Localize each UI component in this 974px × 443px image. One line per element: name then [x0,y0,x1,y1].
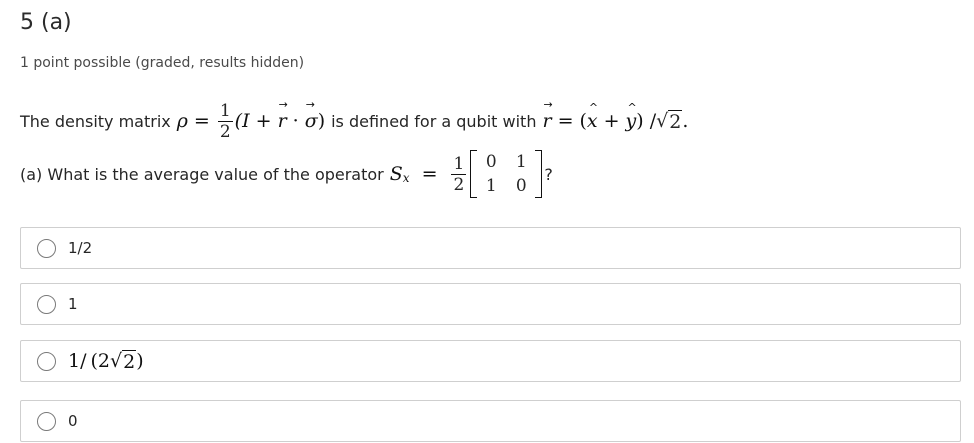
question-line-1: The density matrix ρ = 1 2 (I + r · σ ) … [20,94,688,148]
matrix-cell: 0 [485,152,497,172]
open-paren: ( [579,110,587,132]
question-text-2: (a) What is the average value of the ope… [20,164,384,184]
fraction-numerator: 1 [219,100,231,121]
question-text-mid: is defined for a qubit with [331,111,537,131]
choice-math-close: ) [136,350,144,372]
rho-symbol: ρ [176,110,188,132]
matrix-cell: 1 [515,152,527,172]
equals-sign-3: = [421,163,438,185]
identity-open: (I + [234,110,272,132]
choice-sqrt-two: √ 2 [110,349,137,373]
choice-sqrt-radicand: 2 [122,349,137,373]
sqrt-two: √ 2 [656,109,683,133]
equals-sign-2: = [557,110,574,132]
equals-sign: = [193,110,210,132]
r-vector-2: r [542,98,552,132]
operator-s: S [389,163,403,185]
choice-option-1[interactable]: 1/2 [20,227,961,269]
matrix-cell: 0 [515,176,527,196]
y-hat: y [626,101,637,132]
choice-label: 1 [68,295,78,313]
choice-math-prefix: 1/ [68,350,87,372]
x-hat: x [587,101,598,132]
radio-button-icon[interactable] [37,351,56,371]
choice-option-3[interactable]: 1/ (2 √ 2 ) [20,340,961,382]
question-line-2: (a) What is the average value of the ope… [20,146,553,202]
dot-operator: · [292,110,299,132]
problem-title: 5 (a) [20,10,72,35]
fraction-denominator: 2 [217,120,233,142]
radical-icon: √ [110,349,123,372]
radio-button-icon[interactable] [37,411,56,431]
sigma-vector: σ [305,98,318,132]
choice-option-2[interactable]: 1 [20,283,961,325]
choice-math-open: (2 [90,350,111,372]
choice-label-math: 1/ (2 √ 2 ) [68,349,144,373]
r-vector: r [278,98,288,132]
choice-label: 1/2 [68,239,93,257]
radical-icon: √ [656,109,669,132]
plus-sign: + [603,110,620,132]
question-mark: ? [544,164,553,184]
period: . [682,110,689,132]
question-text: The density matrix [20,111,171,131]
matrix-fraction: 1 2 [451,153,467,195]
matrix-fraction-denominator: 2 [451,173,467,195]
choice-label: 0 [68,412,78,430]
matrix-fraction-numerator: 1 [453,153,465,174]
sqrt-radicand: 2 [668,109,683,133]
pauli-x-matrix: 0 1 1 0 [470,150,543,198]
radio-button-icon[interactable] [37,238,56,258]
fraction-half: 1 2 [217,100,233,142]
close-paren-2: ) [636,110,644,132]
matrix-cell: 1 [485,176,497,196]
radio-button-icon[interactable] [37,294,56,314]
choice-option-4[interactable]: 0 [20,400,961,442]
operator-subscript: x [402,171,410,185]
problem-grading-info: 1 point possible (graded, results hidden… [20,55,305,71]
close-paren: ) [317,110,326,132]
